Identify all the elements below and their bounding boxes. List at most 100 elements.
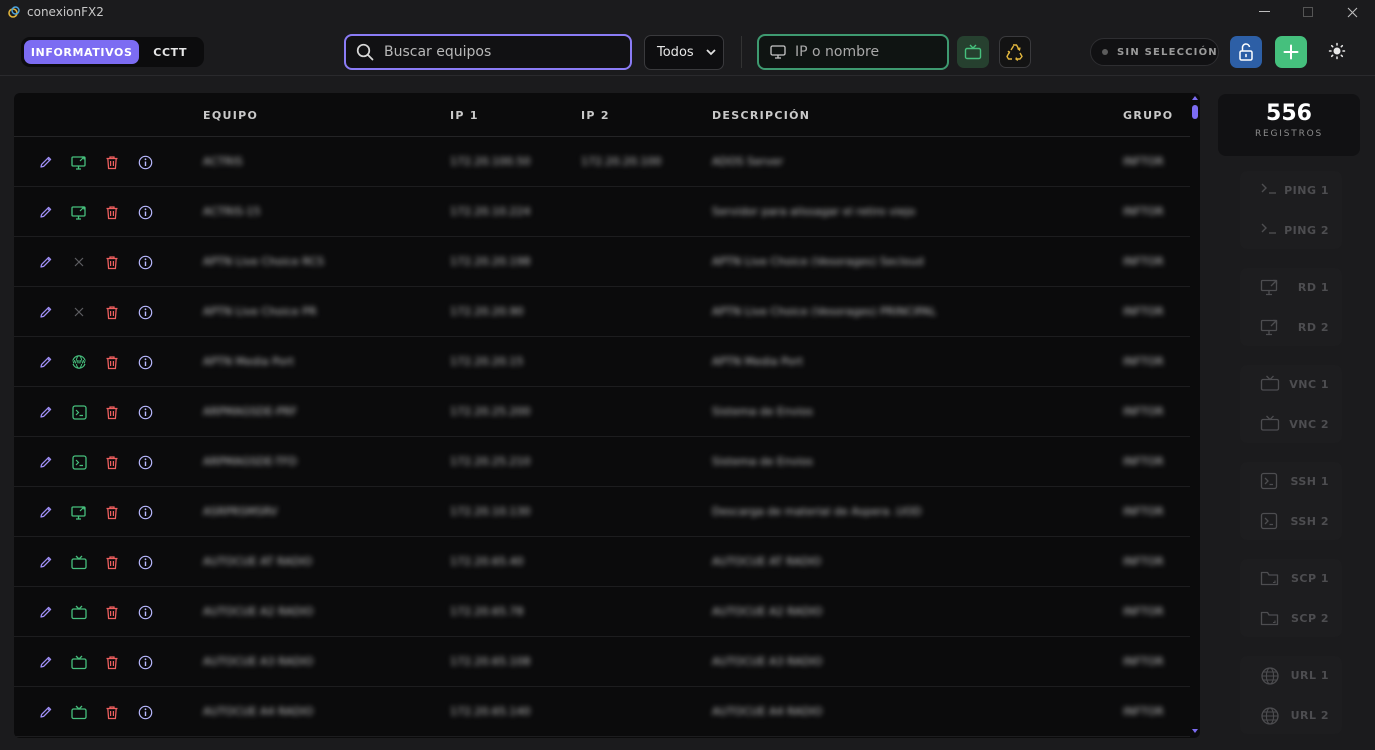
edit-icon[interactable]	[37, 503, 55, 521]
info-icon[interactable]	[136, 453, 154, 471]
tv-icon[interactable]	[70, 603, 88, 621]
tv-icon[interactable]	[70, 653, 88, 671]
info-icon[interactable]	[136, 553, 154, 571]
recycle-button[interactable]	[999, 36, 1031, 68]
quick-action-url-2-button[interactable]: URL 2	[1240, 699, 1342, 731]
trash-icon[interactable]	[103, 203, 121, 221]
info-icon[interactable]	[136, 403, 154, 421]
table-row[interactable]: ACTRIS-15 172.20.10.224 Servidor para alis…	[14, 187, 1190, 237]
quick-action-ping-2-button[interactable]: PING 2	[1240, 214, 1342, 246]
remote-desktop-icon[interactable]	[70, 153, 88, 171]
info-icon[interactable]	[136, 653, 154, 671]
quick-action-url-1-button[interactable]: URL 1	[1240, 659, 1342, 691]
quick-action-ssh-1-button[interactable]: SSH 1	[1240, 465, 1342, 497]
trash-icon[interactable]	[103, 353, 121, 371]
quick-action-vnc-2-button[interactable]: VNC 2	[1240, 408, 1342, 440]
table-row[interactable]: ACTRIS 172.20.100.50 172.20.20.100 ADOS Ser…	[14, 137, 1190, 187]
cell-descripcion: APTN Live Choice (Vesorages) PRINCIPAL	[712, 305, 937, 318]
tab-cctt[interactable]: CCTT	[139, 40, 201, 64]
terminal-icon[interactable]	[70, 403, 88, 421]
table-row[interactable]: APTN Live Choice RCS 172.20.20.198 APTN Li…	[14, 237, 1190, 287]
table-row[interactable]: ASRPRSMSRV 172.20.10.130 Descarga de mater…	[14, 487, 1190, 537]
info-icon[interactable]	[136, 353, 154, 371]
table-row[interactable]: APTN Live Choice PR 172.20.20.90 APTN Live…	[14, 287, 1190, 337]
scroll-up-icon[interactable]	[1192, 95, 1198, 101]
remote-desktop-icon[interactable]	[70, 203, 88, 221]
edit-icon[interactable]	[37, 203, 55, 221]
search-icon	[356, 43, 374, 61]
trash-icon[interactable]	[103, 703, 121, 721]
column-header-ip2[interactable]: IP 2	[581, 109, 610, 122]
close-window-button[interactable]	[1329, 0, 1375, 24]
scroll-thumb[interactable]	[1192, 105, 1198, 119]
scroll-down-icon[interactable]	[1192, 728, 1198, 734]
cell-equipo: ARPMAGSDE-TFD	[203, 455, 298, 468]
trash-icon[interactable]	[103, 553, 121, 571]
table-row[interactable]: WWW APTN Media Port 172.20.20.15 APTN Media…	[14, 337, 1190, 387]
edit-icon[interactable]	[37, 153, 55, 171]
info-icon[interactable]	[136, 203, 154, 221]
trash-icon[interactable]	[103, 403, 121, 421]
table-row[interactable]: ARPMAGSDE-PRF 172.20.25.200 Sistema de Env…	[14, 387, 1190, 437]
table-scrollbar[interactable]	[1190, 93, 1200, 738]
column-header-descripcion[interactable]: DESCRIPCIÓN	[712, 109, 810, 122]
quick-action-label: PING 1	[1284, 183, 1329, 197]
lock-button[interactable]	[1230, 36, 1262, 68]
info-icon[interactable]	[136, 503, 154, 521]
trash-icon[interactable]	[103, 303, 121, 321]
records-count: 556	[1266, 101, 1312, 126]
quick-action-scp-2-button[interactable]: SCP 2	[1240, 602, 1342, 634]
trash-icon[interactable]	[103, 653, 121, 671]
group-filter-select[interactable]: Todos	[644, 35, 724, 70]
edit-icon[interactable]	[37, 653, 55, 671]
remote-desktop-icon[interactable]	[70, 503, 88, 521]
web-icon[interactable]: WWW	[70, 353, 88, 371]
trash-icon[interactable]	[103, 503, 121, 521]
edit-icon[interactable]	[37, 703, 55, 721]
trash-icon[interactable]	[103, 153, 121, 171]
edit-icon[interactable]	[37, 253, 55, 271]
edit-icon[interactable]	[37, 603, 55, 621]
edit-icon[interactable]	[37, 553, 55, 571]
quick-action-rd-1-button[interactable]: RD 1	[1240, 271, 1342, 303]
column-header-ip1[interactable]: IP 1	[450, 109, 479, 122]
table-row[interactable]: AUTOCUE A2 RADIO 172.20.65.78 AUTOCUE A2 R…	[14, 587, 1190, 637]
terminal-icon[interactable]	[70, 453, 88, 471]
theme-toggle-button[interactable]	[1322, 36, 1352, 66]
table-row[interactable]: AUTOCUE A4 RADIO 172.20.65.140 AUTOCUE A4 …	[14, 687, 1190, 737]
quick-action-ping-1-button[interactable]: PING 1	[1240, 174, 1342, 206]
add-device-button[interactable]	[1275, 36, 1307, 68]
tab-informativos[interactable]: INFORMATIVOS	[24, 40, 140, 64]
info-icon[interactable]	[136, 253, 154, 271]
quick-action-scp-1-button[interactable]: SCP 1	[1240, 562, 1342, 594]
maximize-button[interactable]	[1285, 0, 1331, 24]
column-header-equipo[interactable]: EQUIPO	[203, 109, 258, 122]
quick-action-vnc-1-button[interactable]: VNC 1	[1240, 368, 1342, 400]
search-input[interactable]	[384, 44, 604, 60]
cell-ip1: 172.20.65.78	[450, 605, 524, 618]
minimize-button[interactable]	[1241, 0, 1287, 24]
category-switch: INFORMATIVOS CCTT	[21, 37, 204, 67]
edit-icon[interactable]	[37, 453, 55, 471]
edit-icon[interactable]	[37, 303, 55, 321]
column-header-grupo[interactable]: GRUPO	[1123, 109, 1173, 122]
table-row[interactable]: AUTOCUE A3 RADIO 172.20.65.108 AUTOCUE A3 …	[14, 637, 1190, 687]
info-icon[interactable]	[136, 603, 154, 621]
edit-icon[interactable]	[37, 403, 55, 421]
tv-icon[interactable]	[70, 703, 88, 721]
table-row[interactable]: AUTOCUE AT RADIO 172.20.65.40 AUTOCUE AT R…	[14, 537, 1190, 587]
info-icon[interactable]	[136, 153, 154, 171]
quick-action-ssh-2-button[interactable]: SSH 2	[1240, 505, 1342, 537]
info-icon[interactable]	[136, 303, 154, 321]
quick-action-rd-2-button[interactable]: RD 2	[1240, 311, 1342, 343]
tv-icon[interactable]	[70, 553, 88, 571]
table-row[interactable]: ARPMAGSDE-TFD 172.20.25.210 Sistema de Env…	[14, 437, 1190, 487]
trash-icon[interactable]	[103, 453, 121, 471]
cell-descripcion: APTN Media Port	[712, 355, 803, 368]
ip-input[interactable]	[795, 44, 935, 60]
info-icon[interactable]	[136, 703, 154, 721]
trash-icon[interactable]	[103, 603, 121, 621]
edit-icon[interactable]	[37, 353, 55, 371]
trash-icon[interactable]	[103, 253, 121, 271]
vnc-connect-button[interactable]	[957, 36, 989, 68]
